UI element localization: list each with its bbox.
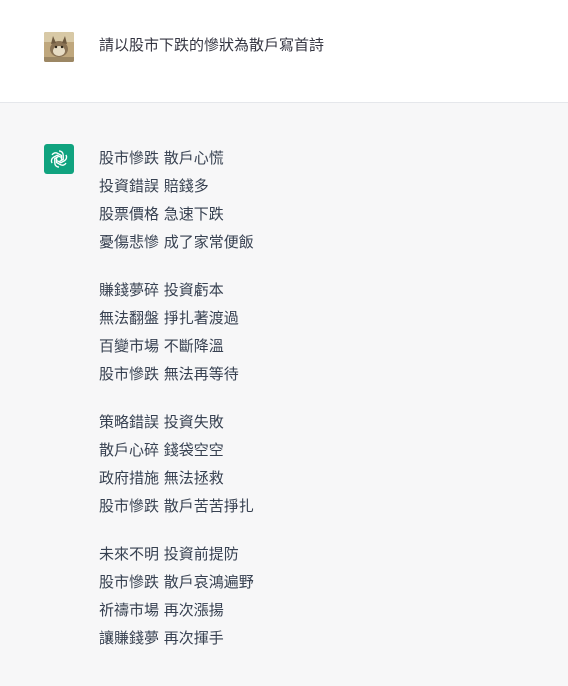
assistant-message-row: 股市慘跌 散戶心慌 投資錯誤 賠錢多 股票價格 急速下跌 憂傷悲慘 成了家常便飯… [0, 103, 568, 686]
user-avatar-cat-photo [44, 32, 74, 62]
poem-line: 讓賺錢夢 再次揮手 [99, 629, 224, 647]
assistant-message-text: 股市慘跌 散戶心慌 投資錯誤 賠錢多 股票價格 急速下跌 憂傷悲慘 成了家常便飯… [99, 144, 254, 672]
chat-page: 請以股市下跌的慘狀為散戶寫首詩 股市慘跌 散戶心慌 投資錯誤 賠錢多 股票價格 … [0, 0, 568, 686]
poem-line: 散戶心碎 錢袋空空 [99, 441, 224, 459]
poem-line: 策略錯誤 投資失敗 [99, 413, 224, 431]
poem-stanza: 策略錯誤 投資失敗 散戶心碎 錢袋空空 政府措施 無法拯救 股市慘跌 散戶苦苦掙… [99, 408, 254, 520]
user-avatar [44, 32, 74, 62]
poem-stanza: 股市慘跌 散戶心慌 投資錯誤 賠錢多 股票價格 急速下跌 憂傷悲慘 成了家常便飯 [99, 144, 254, 256]
poem-line: 股市慘跌 無法再等待 [99, 365, 239, 383]
user-message-text: 請以股市下跌的慘狀為散戶寫首詩 [99, 36, 325, 54]
poem-line: 賺錢夢碎 投資虧本 [99, 281, 224, 299]
poem-line: 股市慘跌 散戶苦苦掙扎 [99, 497, 254, 515]
poem-line: 祈禱市場 再次漲揚 [99, 601, 224, 619]
chatgpt-logo-icon [49, 150, 69, 168]
poem-line: 投資錯誤 賠錢多 [99, 177, 209, 195]
poem-line: 股票價格 急速下跌 [99, 205, 224, 223]
poem-stanza: 未來不明 投資前提防 股市慘跌 散戶哀鴻遍野 祈禱市場 再次漲揚 讓賺錢夢 再次… [99, 540, 254, 652]
poem-stanza: 賺錢夢碎 投資虧本 無法翻盤 掙扎著渡過 百變市場 不斷降溫 股市慘跌 無法再等… [99, 276, 254, 388]
poem-line: 憂傷悲慘 成了家常便飯 [99, 233, 254, 251]
poem-line: 股市慘跌 散戶哀鴻遍野 [99, 573, 254, 591]
poem-line: 無法翻盤 掙扎著渡過 [99, 309, 239, 327]
poem-line: 百變市場 不斷降溫 [99, 337, 224, 355]
poem-line: 政府措施 無法拯救 [99, 469, 224, 487]
assistant-avatar [44, 144, 74, 174]
poem-line: 未來不明 投資前提防 [99, 545, 239, 563]
user-message-row: 請以股市下跌的慘狀為散戶寫首詩 [0, 0, 568, 103]
poem-line: 股市慘跌 散戶心慌 [99, 149, 224, 167]
